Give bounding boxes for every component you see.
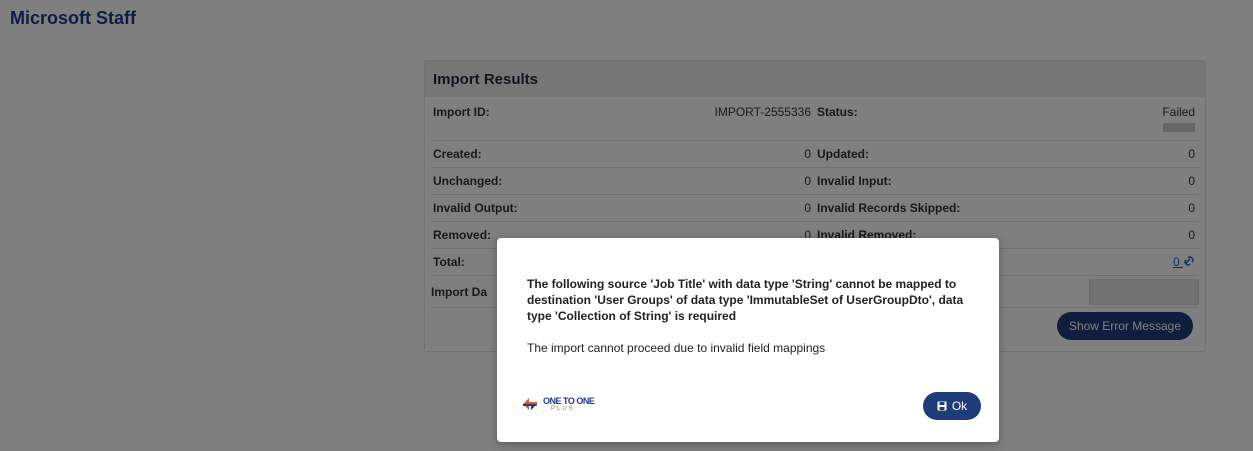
- error-modal: The following source 'Job Title' with da…: [497, 238, 999, 442]
- brand-logo: ONE TO ONE PLUS: [521, 395, 595, 412]
- ok-button-label: Ok: [951, 399, 968, 413]
- logo-text-group: ONE TO ONE PLUS: [543, 395, 595, 412]
- logo-icon: [523, 398, 537, 410]
- ok-button[interactable]: Ok: [923, 392, 981, 420]
- modal-sub-message: The import cannot proceed due to invalid…: [527, 341, 826, 355]
- logo-text: ONE TO ONE: [543, 395, 595, 406]
- logo-sub-text: PLUS: [551, 405, 575, 412]
- save-icon: [937, 401, 947, 411]
- modal-error-message: The following source 'Job Title' with da…: [527, 277, 964, 323]
